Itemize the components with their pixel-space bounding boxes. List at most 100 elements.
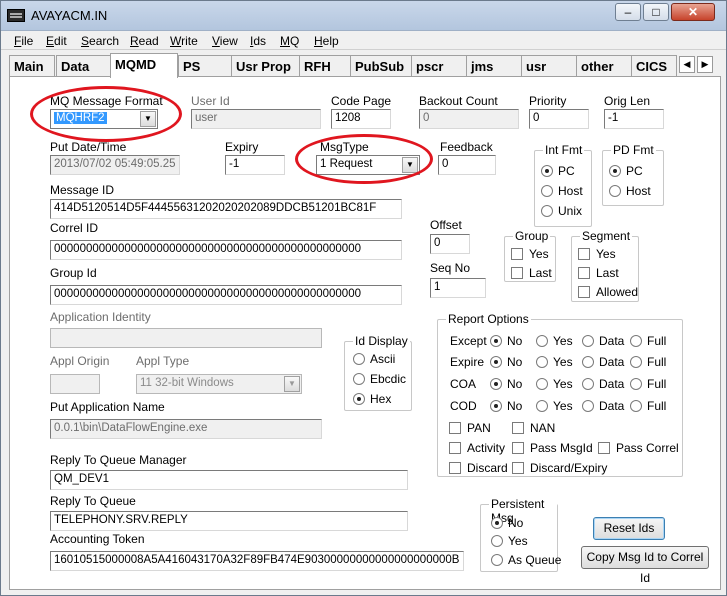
report-cod-data-radio[interactable]: Data [582, 399, 624, 413]
orig-len-field[interactable]: -1 [604, 109, 664, 129]
segment-yes-checkbox[interactable]: Yes [578, 247, 616, 261]
tab-scroll-left-icon[interactable]: ◀ [679, 56, 695, 73]
report-except-data-radio[interactable]: Data [582, 334, 624, 348]
mq-message-format-label: MQ Message Format [50, 94, 163, 108]
persistent-as-queue-radio[interactable]: As Queue [491, 553, 561, 567]
menu-search[interactable]: Search [81, 34, 119, 48]
tab-scroll-right-icon[interactable]: ▶ [697, 56, 713, 73]
report-discard-expiry-checkbox[interactable]: Discard/Expiry [512, 461, 607, 475]
tab-mqmd[interactable]: MQMD [110, 53, 178, 78]
report-coa-full-radio[interactable]: Full [630, 377, 666, 391]
report-cod-yes-radio[interactable]: Yes [536, 399, 573, 413]
menu-help[interactable]: Help [314, 34, 339, 48]
message-id-field[interactable]: 414D5120514D5F44455631202020202089DDCB51… [50, 199, 402, 219]
menu-file[interactable]: File [14, 34, 33, 48]
report-coa-data-radio[interactable]: Data [582, 377, 624, 391]
user-id-field: user [191, 109, 321, 129]
msg-type-select[interactable]: 1 Request ▼ [316, 155, 420, 175]
feedback-field[interactable]: 0 [438, 155, 496, 175]
report-expire-data-radio[interactable]: Data [582, 355, 624, 369]
chevron-down-icon[interactable]: ▼ [402, 157, 418, 173]
tab-pscr[interactable]: pscr [411, 55, 467, 77]
tab-other[interactable]: other [576, 55, 632, 77]
report-expire-full-radio[interactable]: Full [630, 355, 666, 369]
group-id-field[interactable]: 0000000000000000000000000000000000000000… [50, 285, 402, 305]
persistent-no-radio[interactable]: No [491, 516, 523, 530]
report-expire-yes-radio[interactable]: Yes [536, 355, 573, 369]
reply-to-queue-manager-field[interactable]: QM_DEV1 [50, 470, 408, 490]
app-icon [7, 9, 25, 22]
report-pass-msgid-checkbox[interactable]: Pass MsgId [512, 441, 593, 455]
menu-view[interactable]: View [212, 34, 238, 48]
accounting-token-field[interactable]: 16010515000008A5A416043170A32F89FB474E90… [50, 551, 464, 571]
report-except-no-radio[interactable]: No [490, 334, 522, 348]
tab-cics[interactable]: CICS [631, 55, 677, 77]
report-cod-full-radio[interactable]: Full [630, 399, 666, 413]
int-fmt-unix-radio[interactable]: Unix [541, 204, 582, 218]
copy-msg-id-to-correl-id-button[interactable]: Copy Msg Id to Correl Id [581, 546, 709, 585]
application-identity-field [50, 328, 322, 348]
group-yes-checkbox[interactable]: Yes [511, 247, 549, 261]
id-display-ascii-radio[interactable]: Ascii [353, 352, 395, 366]
id-display-ebcdic-radio[interactable]: Ebcdic [353, 372, 406, 386]
menu-write[interactable]: Write [170, 34, 198, 48]
group-last-checkbox[interactable]: Last [511, 266, 552, 280]
persistent-yes-radio[interactable]: Yes [491, 534, 528, 548]
tab-jms[interactable]: jms [466, 55, 522, 77]
backout-count-field: 0 [419, 109, 519, 129]
offset-label: Offset [430, 218, 462, 232]
report-pass-correl-checkbox[interactable]: Pass Correl [598, 441, 679, 455]
int-fmt-group: Int Fmt PC Host Unix [534, 143, 592, 227]
int-fmt-pc-radio[interactable]: PC [541, 164, 575, 178]
backout-count-label: Backout Count [419, 94, 498, 108]
id-display-hex-radio[interactable]: Hex [353, 392, 391, 406]
menu-edit[interactable]: Edit [46, 34, 67, 48]
report-cod-no-radio[interactable]: No [490, 399, 522, 413]
priority-field[interactable]: 0 [529, 109, 589, 129]
checkbox-icon [449, 422, 461, 434]
report-pan-checkbox[interactable]: PAN [449, 421, 491, 435]
segment-allowed-checkbox[interactable]: Allowed [578, 285, 638, 299]
message-id-label: Message ID [50, 183, 115, 197]
report-except-yes-radio[interactable]: Yes [536, 334, 573, 348]
tab-data[interactable]: Data [56, 55, 111, 77]
msg-type-value: 1 Request [320, 158, 373, 170]
pd-fmt-host-radio[interactable]: Host [609, 184, 651, 198]
maximize-button[interactable]: □ [643, 3, 669, 21]
tab-pubsub[interactable]: PubSub [350, 55, 412, 77]
seq-no-field[interactable]: 1 [430, 278, 486, 298]
close-button[interactable]: ✕ [671, 3, 715, 21]
tab-usr[interactable]: usr [521, 55, 577, 77]
pd-fmt-group: PD Fmt PC Host [602, 143, 664, 206]
mq-message-format-select[interactable]: MQHRF2 ▼ [50, 109, 158, 129]
expiry-field[interactable]: -1 [225, 155, 285, 175]
pd-fmt-pc-radio[interactable]: PC [609, 164, 643, 178]
reset-ids-button[interactable]: Reset Ids [593, 517, 665, 540]
code-page-field[interactable]: 1208 [331, 109, 391, 129]
minimize-button[interactable]: – [615, 3, 641, 21]
report-nan-checkbox[interactable]: NAN [512, 421, 555, 435]
correl-id-field[interactable]: 0000000000000000000000000000000000000000… [50, 240, 402, 260]
reply-to-queue-field[interactable]: TELEPHONY.SRV.REPLY [50, 511, 408, 531]
int-fmt-host-radio[interactable]: Host [541, 184, 583, 198]
id-display-group: Id Display Ascii Ebcdic Hex [344, 334, 412, 411]
menu-ids[interactable]: Ids [250, 34, 266, 48]
report-expire-no-radio[interactable]: No [490, 355, 522, 369]
report-discard-checkbox[interactable]: Discard [449, 461, 508, 475]
menu-read[interactable]: Read [130, 34, 159, 48]
tab-main[interactable]: Main [9, 55, 55, 77]
tab-ps[interactable]: PS [178, 55, 232, 77]
reply-to-queue-label: Reply To Queue [50, 494, 136, 508]
tab-usr-prop[interactable]: Usr Prop [231, 55, 300, 77]
report-coa-yes-radio[interactable]: Yes [536, 377, 573, 391]
segment-last-checkbox[interactable]: Last [578, 266, 619, 280]
report-except-full-radio[interactable]: Full [630, 334, 666, 348]
tab-rfh[interactable]: RFH [299, 55, 351, 77]
expiry-label: Expiry [225, 140, 259, 154]
menu-mq[interactable]: MQ [280, 34, 299, 48]
report-coa-no-radio[interactable]: No [490, 377, 522, 391]
report-activity-checkbox[interactable]: Activity [449, 441, 505, 455]
mq-message-format-value: MQHRF2 [54, 112, 107, 124]
offset-field[interactable]: 0 [430, 234, 470, 254]
chevron-down-icon[interactable]: ▼ [140, 111, 156, 127]
